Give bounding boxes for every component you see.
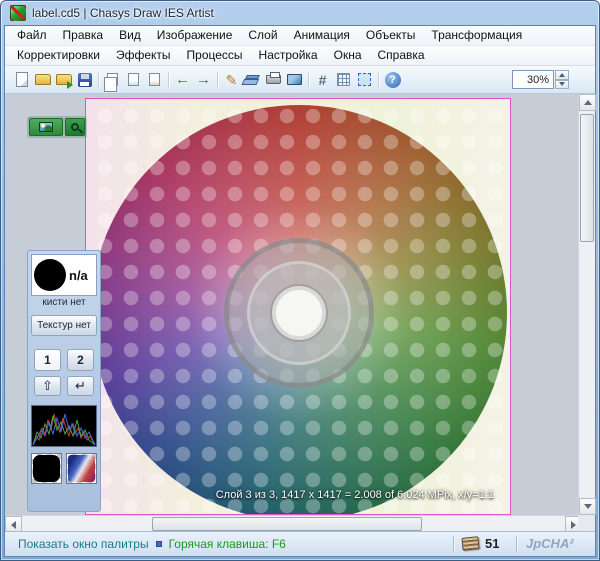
duplicate-icon[interactable] — [123, 69, 144, 90]
zoom-increase-button[interactable] — [555, 70, 569, 80]
copy-icon[interactable] — [102, 69, 123, 90]
canvas-image[interactable] — [85, 98, 511, 515]
menu-animation[interactable]: Анимация — [286, 26, 358, 45]
palette-hint-text[interactable]: Показать окно палитры — [18, 537, 149, 551]
horizontal-scroll-thumb[interactable] — [152, 517, 422, 531]
zoom-tool-button[interactable] — [65, 118, 85, 136]
scroll-up-button[interactable] — [579, 94, 596, 111]
window-title: label.cd5 | Chasys Draw IES Artist — [32, 6, 214, 20]
menu-bar-row1: Файл Правка Вид Изображение Слой Анимаци… — [5, 26, 595, 46]
primary-color-swatch[interactable] — [31, 453, 62, 484]
menu-file[interactable]: Файл — [9, 26, 55, 45]
pen-icon[interactable] — [221, 69, 242, 90]
menu-processes[interactable]: Процессы — [179, 46, 251, 65]
monitor-icon[interactable] — [284, 69, 305, 90]
zoom-decrease-button[interactable] — [555, 80, 569, 90]
brand-logo: JpCHA² — [526, 536, 574, 551]
histogram-chart — [32, 406, 96, 446]
menu-objects[interactable]: Объекты — [358, 26, 424, 45]
status-message: Показать окно палитры Горячая клавиша: F… — [5, 537, 286, 551]
toolbar-separator — [305, 70, 312, 90]
vertical-scrollbar[interactable] — [578, 94, 595, 515]
status-separator-dot — [156, 541, 162, 547]
transform-icon[interactable] — [354, 69, 375, 90]
redo-icon[interactable] — [193, 69, 214, 90]
palette-icon[interactable] — [461, 536, 479, 551]
brush-shape-icon — [34, 259, 66, 291]
canvas-viewport[interactable]: n/a кисти нет Текстур нет 1 2 ⇧ ↵ — [5, 94, 582, 515]
floating-mini-toolbar — [27, 116, 87, 138]
new-file-icon[interactable] — [11, 69, 32, 90]
app-icon — [10, 5, 26, 21]
menu-bar-row2: Корректировки Эффекты Процессы Настройка… — [5, 46, 595, 66]
layer-info-overlay: Слой 3 из 3, 1417 x 1417 = 2.008 of 6.02… — [216, 489, 494, 501]
color-swatches — [31, 453, 97, 484]
workspace: n/a кисти нет Текстур нет 1 2 ⇧ ↵ — [5, 94, 595, 532]
menu-adjustments[interactable]: Корректировки — [9, 46, 108, 65]
histogram-panel[interactable] — [31, 405, 97, 447]
texture-button[interactable]: Текстур нет — [31, 315, 97, 336]
toolbar-separator — [375, 70, 382, 90]
horizontal-scrollbar[interactable] — [5, 515, 582, 532]
zoom-tool-icon — [71, 123, 79, 131]
zoom-level-field[interactable]: 30% — [512, 70, 554, 89]
scrollbar-corner — [578, 515, 595, 532]
zoom-control: 30% — [512, 70, 569, 89]
preset-buttons: 1 2 — [31, 349, 97, 371]
palette-counter: 51 — [485, 536, 499, 551]
menu-edit[interactable]: Правка — [55, 26, 112, 45]
printer-icon[interactable] — [263, 69, 284, 90]
title-bar[interactable]: label.cd5 | Chasys Draw IES Artist — [1, 1, 599, 25]
toolbar-separator — [165, 70, 172, 90]
brush-value: n/a — [69, 268, 88, 283]
image-preview-button[interactable] — [29, 118, 63, 136]
menu-windows[interactable]: Окна — [326, 46, 370, 65]
hotkey-hint-text: Горячая клавиша: F6 — [169, 537, 286, 551]
image-preview-icon — [39, 122, 53, 132]
brush-preview[interactable]: n/a — [31, 254, 97, 296]
canvas-size-icon[interactable] — [312, 69, 333, 90]
menu-settings[interactable]: Настройка — [251, 46, 326, 65]
toolbar-separator — [214, 70, 221, 90]
vertical-scroll-thumb[interactable] — [580, 114, 594, 242]
layers-icon[interactable] — [242, 69, 263, 90]
menu-effects[interactable]: Эффекты — [108, 46, 179, 65]
app-window: label.cd5 | Chasys Draw IES Artist Файл … — [0, 0, 600, 561]
menu-help[interactable]: Справка — [370, 46, 433, 65]
client-area: Файл Правка Вид Изображение Слой Анимаци… — [4, 25, 596, 557]
shift-up-button[interactable]: ⇧ — [34, 376, 61, 396]
secondary-color-swatch[interactable] — [66, 453, 97, 484]
statusbar-separator — [516, 536, 517, 552]
grid-icon[interactable] — [333, 69, 354, 90]
action-buttons: ⇧ ↵ — [31, 376, 97, 396]
save-icon[interactable] — [74, 69, 95, 90]
scroll-down-button[interactable] — [579, 498, 596, 515]
menu-layer[interactable]: Слой — [240, 26, 285, 45]
statusbar-separator — [453, 536, 454, 552]
undo-icon[interactable] — [172, 69, 193, 90]
preset-1-button[interactable]: 1 — [34, 349, 61, 371]
help-icon[interactable] — [382, 69, 403, 90]
tool-bar: 30% — [5, 66, 595, 94]
floating-tool-panel: n/a кисти нет Текстур нет 1 2 ⇧ ↵ — [27, 250, 101, 512]
import-folder-icon[interactable] — [53, 69, 74, 90]
toolbar-separator — [95, 70, 102, 90]
preset-2-button[interactable]: 2 — [67, 349, 94, 371]
apply-button[interactable]: ↵ — [67, 376, 94, 396]
menu-image[interactable]: Изображение — [149, 26, 241, 45]
status-bar: Показать окно палитры Горячая клавиша: F… — [5, 531, 595, 556]
menu-transform[interactable]: Трансформация — [423, 26, 530, 45]
open-folder-icon[interactable] — [32, 69, 53, 90]
cd-center-hole — [272, 286, 326, 340]
paste-icon[interactable] — [144, 69, 165, 90]
brush-caption: кисти нет — [31, 296, 97, 310]
menu-view[interactable]: Вид — [111, 26, 149, 45]
zoom-spinner — [555, 70, 569, 89]
